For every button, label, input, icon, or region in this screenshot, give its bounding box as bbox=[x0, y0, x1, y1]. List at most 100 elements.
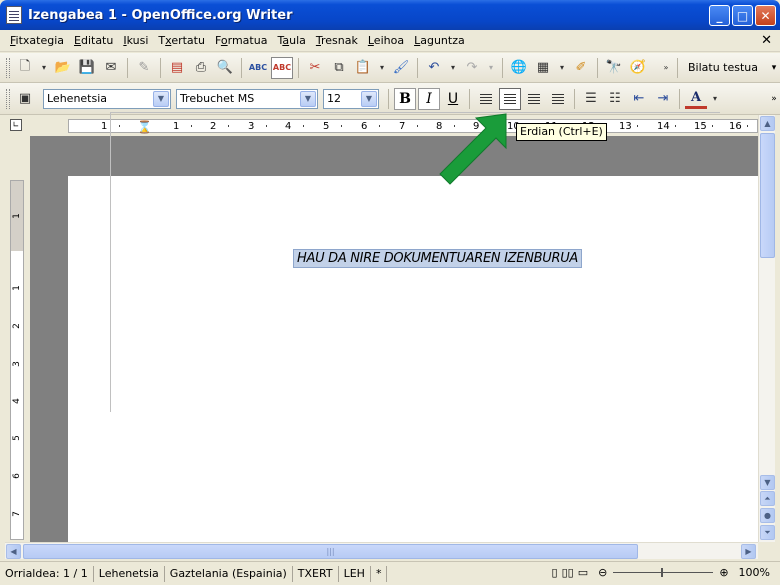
draw-functions-icon[interactable]: ✐ bbox=[570, 57, 592, 79]
chevron-down-icon[interactable]: ▼ bbox=[361, 90, 377, 107]
zoom-in-icon[interactable]: ⊕ bbox=[719, 566, 728, 579]
scroll-up-icon[interactable]: ▲ bbox=[760, 116, 775, 131]
justify-button[interactable] bbox=[547, 88, 569, 110]
formatting-toolbar-more-icon[interactable]: » bbox=[768, 85, 780, 113]
zoom-out-icon[interactable]: ⊖ bbox=[598, 566, 607, 579]
email-icon[interactable]: ✉ bbox=[100, 57, 122, 79]
undo-dropdown-icon[interactable]: ▾ bbox=[447, 57, 459, 79]
navigation-icon[interactable]: ● bbox=[760, 508, 775, 523]
zoom-slider[interactable] bbox=[613, 568, 714, 577]
find-replace-icon[interactable]: 🔭 bbox=[603, 57, 625, 79]
standard-toolbar: 🗋 ▾ 📂 💾 ✉ ✎ ▤ ⎙ 🔍 ABC ABC ✂ ⧉ 📋 ▾ 🖌 ↶ ▾ … bbox=[0, 53, 780, 83]
decrease-indent-icon[interactable]: ⇤ bbox=[628, 88, 650, 110]
find-text-label[interactable]: Bilatu testua bbox=[688, 61, 758, 74]
align-right-button[interactable] bbox=[523, 88, 545, 110]
navigator-icon[interactable]: 🧭 bbox=[627, 57, 649, 79]
status-insert-mode[interactable]: TXERT bbox=[293, 565, 339, 582]
status-modified[interactable]: * bbox=[371, 565, 388, 582]
bold-button[interactable]: B bbox=[394, 87, 416, 110]
toolbar-more-icon[interactable]: » bbox=[660, 57, 672, 79]
align-left-icon bbox=[480, 93, 492, 104]
menu-item-1[interactable]: Editatu bbox=[70, 32, 117, 49]
paste-dropdown-icon[interactable]: ▾ bbox=[376, 57, 388, 79]
hyperlink-icon[interactable]: 🌐 bbox=[508, 57, 530, 79]
chevron-down-icon[interactable]: ▼ bbox=[153, 90, 169, 107]
zoom-value[interactable]: 100% bbox=[739, 566, 770, 579]
font-color-button[interactable]: A bbox=[685, 89, 707, 109]
scroll-right-icon[interactable]: ▶ bbox=[741, 544, 756, 559]
maximize-button[interactable]: □ bbox=[732, 5, 753, 26]
font-color-dropdown-icon[interactable]: ▾ bbox=[709, 88, 721, 110]
menu-item-5[interactable]: Taula bbox=[273, 32, 309, 49]
paragraph-style-value: Lehenetsia bbox=[47, 92, 108, 105]
font-name-value: Trebuchet MS bbox=[180, 92, 255, 105]
find-toolbar-more-icon[interactable]: ▾ bbox=[768, 54, 780, 82]
ruler-tick-label: 1 bbox=[101, 121, 108, 132]
document-heading[interactable]: HAU DA NIRE DOKUMENTUAREN IZENBURUA bbox=[293, 249, 583, 268]
styles-formatting-icon[interactable]: ▣ bbox=[14, 88, 36, 110]
close-document-icon[interactable]: ✕ bbox=[761, 33, 772, 48]
vertical-scroll-thumb[interactable] bbox=[760, 133, 775, 258]
copy-icon[interactable]: ⧉ bbox=[328, 57, 350, 79]
numbering-icon[interactable]: ☰ bbox=[580, 88, 602, 110]
menu-item-8[interactable]: Laguntza bbox=[410, 32, 469, 49]
multi-page-view-icon[interactable]: ▯▯ bbox=[562, 566, 574, 579]
new-dropdown-icon[interactable]: ▾ bbox=[38, 57, 50, 79]
open-folder-icon[interactable]: 📂 bbox=[52, 57, 74, 79]
redo-icon[interactable]: ↷ bbox=[461, 57, 483, 79]
table-dropdown-icon[interactable]: ▾ bbox=[556, 57, 568, 79]
horizontal-scrollbar[interactable]: ◀ ||| ▶ bbox=[5, 542, 758, 559]
status-page[interactable]: Orrialdea: 1 / 1 bbox=[0, 565, 94, 582]
chevron-down-icon[interactable]: ▼ bbox=[300, 90, 316, 107]
tab-type-icon[interactable]: ∟ bbox=[10, 119, 22, 131]
increase-indent-icon[interactable]: ⇥ bbox=[652, 88, 674, 110]
table-icon[interactable]: ▦ bbox=[532, 57, 554, 79]
vertical-scrollbar[interactable]: ▲ ▼ ⏶ ● ⏷ bbox=[758, 115, 775, 542]
formatting-toolbar: ▣ Lehenetsia ▼ Trebuchet MS ▼ 12 ▼ B I U… bbox=[0, 83, 780, 115]
minimize-button[interactable]: _ bbox=[709, 5, 730, 26]
print-preview-icon[interactable]: 🔍 bbox=[214, 57, 236, 79]
format-paintbrush-icon[interactable]: 🖌 bbox=[390, 57, 412, 79]
previous-page-icon[interactable]: ⏶ bbox=[760, 491, 775, 506]
status-language[interactable]: Gaztelania (Espainia) bbox=[165, 565, 293, 582]
font-size-value: 12 bbox=[327, 92, 341, 105]
new-document-icon[interactable]: 🗋 bbox=[14, 57, 36, 79]
cut-icon[interactable]: ✂ bbox=[304, 57, 326, 79]
vruler-tick-label: 2 bbox=[12, 323, 22, 329]
font-size-select[interactable]: 12 ▼ bbox=[323, 88, 379, 109]
vruler-tick-label: 1 bbox=[12, 285, 22, 291]
menu-item-7[interactable]: Leihoa bbox=[364, 32, 408, 49]
font-name-select[interactable]: Trebuchet MS ▼ bbox=[176, 88, 318, 109]
export-pdf-icon[interactable]: ▤ bbox=[166, 57, 188, 79]
menu-item-2[interactable]: Ikusi bbox=[119, 32, 152, 49]
edit-file-icon[interactable]: ✎ bbox=[133, 57, 155, 79]
menu-item-0[interactable]: Fitxategia bbox=[6, 32, 68, 49]
scroll-down-icon[interactable]: ▼ bbox=[760, 475, 775, 490]
scroll-left-icon[interactable]: ◀ bbox=[6, 544, 21, 559]
zoom-control: ▯ ▯▯ ▭ ⊖ ⊕ 100% bbox=[552, 566, 780, 579]
book-view-icon[interactable]: ▭ bbox=[578, 566, 588, 579]
close-button[interactable]: ✕ bbox=[755, 5, 776, 26]
autospellcheck-icon[interactable]: ABC bbox=[271, 56, 293, 79]
next-page-icon[interactable]: ⏷ bbox=[760, 525, 775, 540]
menu-item-6[interactable]: Tresnak bbox=[312, 32, 362, 49]
spellcheck-icon[interactable]: ABC bbox=[247, 57, 269, 79]
single-page-view-icon[interactable]: ▯ bbox=[552, 566, 558, 579]
vertical-ruler[interactable]: 1 1 2 3 4 5 6 7 bbox=[10, 180, 24, 540]
print-icon[interactable]: ⎙ bbox=[190, 57, 212, 79]
justify-icon bbox=[552, 93, 564, 104]
horizontal-scroll-thumb[interactable]: ||| bbox=[23, 544, 638, 559]
bullets-icon[interactable]: ☷ bbox=[604, 88, 626, 110]
save-icon[interactable]: 💾 bbox=[76, 57, 98, 79]
window-title: Izengabea 1 - OpenOffice.org Writer bbox=[28, 7, 293, 23]
redo-dropdown-icon[interactable]: ▾ bbox=[485, 57, 497, 79]
toolbar-grip[interactable] bbox=[6, 88, 10, 109]
undo-icon[interactable]: ↶ bbox=[423, 57, 445, 79]
menu-item-3[interactable]: Txertatu bbox=[154, 32, 209, 49]
status-selection-mode[interactable]: LEH bbox=[339, 565, 371, 582]
status-page-style[interactable]: Lehenetsia bbox=[94, 565, 165, 582]
menu-item-4[interactable]: Formatua bbox=[211, 32, 271, 49]
toolbar-grip[interactable] bbox=[6, 57, 10, 78]
paste-icon[interactable]: 📋 bbox=[352, 57, 374, 79]
paragraph-style-select[interactable]: Lehenetsia ▼ bbox=[43, 88, 171, 109]
